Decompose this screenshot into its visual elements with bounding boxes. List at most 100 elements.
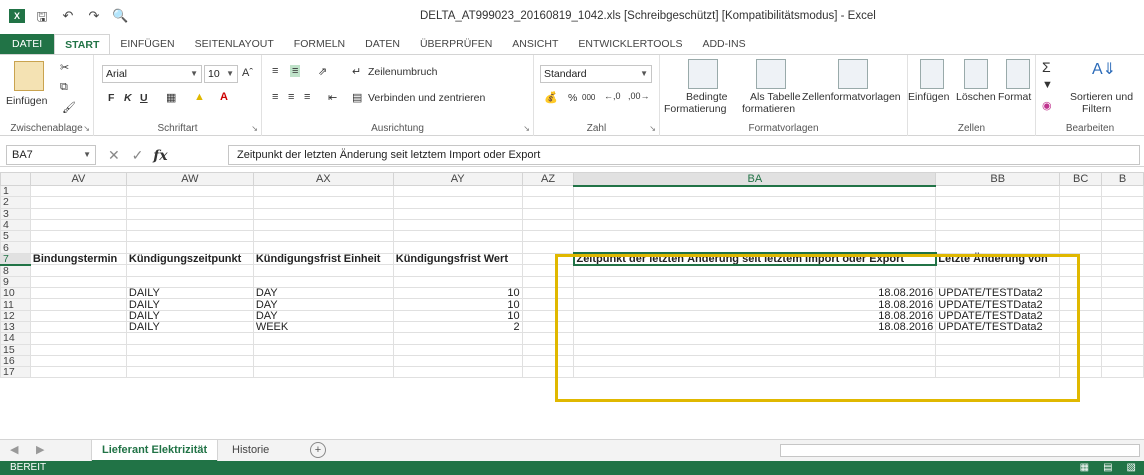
tab-ueberpruefen[interactable]: ÜBERPRÜFEN bbox=[410, 34, 502, 54]
row-header[interactable]: 14 bbox=[0, 332, 31, 345]
cell-az7[interactable] bbox=[521, 252, 575, 266]
tab-entwicklertools[interactable]: ENTWICKLERTOOLS bbox=[568, 34, 692, 54]
table-cell[interactable]: DAILY bbox=[125, 309, 254, 322]
table-cell[interactable]: 18.08.2016 bbox=[573, 320, 937, 334]
conditional-format-line1[interactable]: Bedingte bbox=[686, 91, 727, 103]
cell-ax7[interactable]: Kündigungsfrist Einheit bbox=[252, 252, 394, 266]
grow-font-icon[interactable]: Aˆ bbox=[242, 67, 253, 79]
cell-aw7[interactable]: Kündigungszeitpunkt bbox=[125, 252, 254, 266]
align-left-icon[interactable]: ≡ bbox=[272, 91, 278, 103]
row-header[interactable]: 15 bbox=[0, 343, 31, 356]
table-cell[interactable]: 18.08.2016 bbox=[573, 298, 937, 311]
row-header[interactable]: 17 bbox=[0, 366, 31, 379]
tab-seitenlayout[interactable]: SEITENLAYOUT bbox=[185, 34, 284, 54]
next-sheet-icon[interactable]: ▶ bbox=[36, 443, 44, 456]
fill-color-icon[interactable]: ▲ bbox=[194, 91, 205, 103]
conditional-format-icon[interactable] bbox=[688, 59, 718, 89]
wrap-text-button[interactable]: Zeilenumbruch bbox=[368, 66, 437, 78]
col-header-bd[interactable]: B bbox=[1101, 172, 1144, 186]
indent-icon[interactable]: ⇤ bbox=[328, 91, 337, 104]
save-icon[interactable]: 🖫 bbox=[34, 8, 50, 30]
format-as-table-icon[interactable] bbox=[756, 59, 786, 89]
table-cell[interactable]: UPDATE/TESTData2 bbox=[935, 287, 1061, 300]
row-header[interactable]: 1 bbox=[0, 184, 31, 198]
clear-icon[interactable]: ◉ bbox=[1042, 99, 1052, 112]
row-header[interactable]: 5 bbox=[0, 230, 31, 243]
number-format-select[interactable]: Standard ▼ bbox=[540, 65, 652, 83]
undo-icon[interactable]: ↶ bbox=[60, 8, 76, 30]
align-center-icon[interactable]: ≡ bbox=[288, 91, 294, 103]
table-cell[interactable]: 18.08.2016 bbox=[573, 287, 937, 300]
clipboard-launcher-icon[interactable]: ↘ bbox=[83, 124, 90, 133]
col-header-ba[interactable]: BA bbox=[573, 172, 937, 187]
page-layout-view-icon[interactable]: ▤ bbox=[1103, 461, 1112, 475]
align-middle-icon[interactable]: ≡ bbox=[290, 65, 301, 77]
tab-datei[interactable]: DATEI bbox=[0, 34, 55, 54]
worksheet-grid[interactable]: AV AW AX AY AZ BA BB BC B 1 2 3 4 5 6 7 … bbox=[0, 172, 1144, 438]
paste-button[interactable]: Einfügen bbox=[6, 95, 47, 107]
italic-button[interactable]: K bbox=[124, 92, 132, 104]
insert-function-icon[interactable]: fx bbox=[153, 148, 167, 164]
col-header-bb[interactable]: BB bbox=[935, 172, 1061, 186]
tab-start[interactable]: START bbox=[54, 34, 111, 54]
redo-icon[interactable]: ↷ bbox=[86, 8, 102, 30]
cut-icon[interactable]: ✂ bbox=[60, 61, 69, 74]
increase-decimal-icon[interactable]: ←,0 bbox=[604, 91, 621, 101]
table-cell[interactable]: UPDATE/TESTData2 bbox=[935, 320, 1061, 334]
row-header[interactable]: 2 bbox=[0, 196, 31, 209]
table-cell[interactable]: UPDATE/TESTData2 bbox=[935, 298, 1061, 311]
row-header[interactable]: 7 bbox=[0, 252, 31, 266]
cell-styles-button[interactable]: Zellenformatvorlagen bbox=[802, 91, 901, 103]
orientation-icon[interactable]: ⇗ bbox=[318, 65, 327, 78]
row-header[interactable]: 16 bbox=[0, 354, 31, 368]
row-header[interactable]: 10 bbox=[0, 287, 31, 300]
format-as-table-line1[interactable]: Als Tabelle bbox=[750, 91, 801, 103]
underline-button[interactable]: U bbox=[140, 92, 148, 104]
number-launcher-icon[interactable]: ↘ bbox=[649, 124, 656, 133]
border-icon[interactable]: ▦ bbox=[166, 91, 176, 104]
table-cell[interactable]: DAY bbox=[252, 287, 394, 300]
table-cell[interactable]: DAY bbox=[252, 298, 394, 311]
table-cell[interactable]: DAILY bbox=[125, 287, 254, 300]
table-cell[interactable]: 10 bbox=[392, 298, 523, 311]
cell-ay7[interactable]: Kündigungsfrist Wert bbox=[392, 252, 523, 266]
conditional-format-line2[interactable]: Formatierung bbox=[664, 103, 726, 115]
align-right-icon[interactable]: ≡ bbox=[304, 91, 310, 103]
copy-icon[interactable]: ⧉ bbox=[60, 81, 68, 94]
format-painter-icon[interactable]: 🖌 bbox=[62, 101, 76, 114]
table-cell[interactable]: 18.08.2016 bbox=[573, 309, 937, 322]
format-cells-icon[interactable] bbox=[1006, 59, 1030, 89]
sort-filter-line2[interactable]: Filtern bbox=[1082, 103, 1111, 115]
font-size-select[interactable]: 10 ▼ bbox=[204, 65, 238, 83]
prev-sheet-icon[interactable]: ◀ bbox=[10, 443, 18, 456]
enter-icon[interactable]: ✓ bbox=[132, 147, 144, 163]
insert-cells-icon[interactable] bbox=[920, 59, 944, 89]
insert-cells-button[interactable]: Einfügen bbox=[908, 91, 949, 103]
col-header-az[interactable]: AZ bbox=[521, 172, 575, 186]
page-break-view-icon[interactable]: ▧ bbox=[1127, 461, 1136, 475]
row-header[interactable]: 3 bbox=[0, 207, 31, 220]
decrease-decimal-icon[interactable]: ,00→ bbox=[628, 91, 650, 101]
tab-einfuegen[interactable]: EINFÜGEN bbox=[110, 34, 184, 54]
bold-button[interactable]: F bbox=[108, 92, 114, 104]
table-cell[interactable]: 10 bbox=[392, 287, 523, 300]
table-cell[interactable]: WEEK bbox=[252, 320, 394, 334]
currency-icon[interactable]: 💰 bbox=[544, 91, 558, 104]
tab-add-ins[interactable]: ADD-INS bbox=[692, 34, 755, 54]
cancel-icon[interactable]: ✕ bbox=[108, 147, 120, 163]
fill-icon[interactable]: ▼ bbox=[1042, 79, 1053, 91]
normal-view-icon[interactable]: ▦ bbox=[1080, 461, 1089, 475]
tab-ansicht[interactable]: ANSICHT bbox=[502, 34, 568, 54]
horizontal-scrollbar[interactable] bbox=[780, 444, 1140, 457]
name-box[interactable]: BA7 ▼ bbox=[6, 145, 96, 165]
delete-cells-icon[interactable] bbox=[964, 59, 988, 89]
row-header[interactable]: 4 bbox=[0, 218, 31, 232]
sheet-tab-lieferant[interactable]: Lieferant Elektrizität bbox=[92, 440, 218, 462]
font-launcher-icon[interactable]: ↘ bbox=[251, 124, 258, 133]
col-header-bc[interactable]: BC bbox=[1059, 172, 1103, 186]
autosum-icon[interactable]: Σ bbox=[1042, 59, 1051, 75]
format-cells-button[interactable]: Format bbox=[998, 91, 1031, 103]
align-top-icon[interactable]: ≡ bbox=[272, 65, 278, 77]
sort-filter-line1[interactable]: Sortieren und bbox=[1070, 91, 1133, 103]
formula-input[interactable]: Zeitpunkt der letzten Änderung seit letz… bbox=[228, 145, 1140, 165]
